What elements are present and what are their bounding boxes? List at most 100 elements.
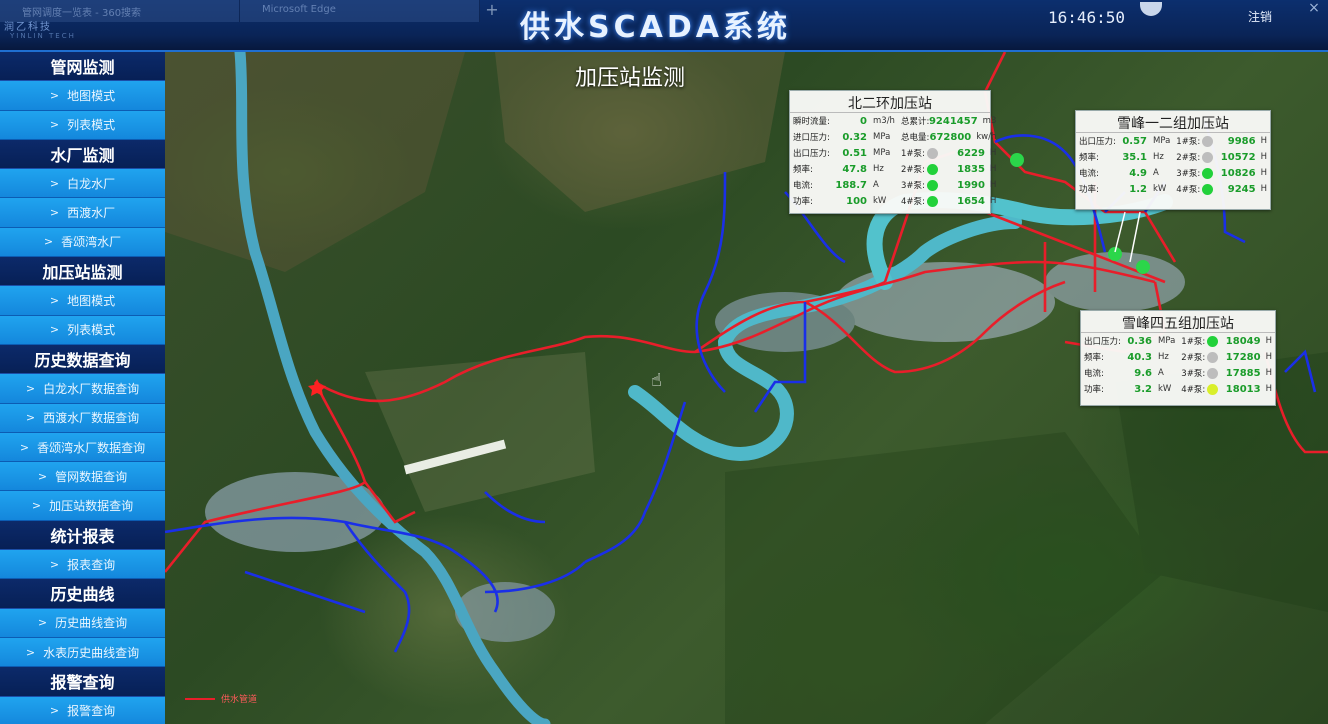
sidebar-item[interactable]: > 列表模式 (0, 110, 165, 140)
browser-tab[interactable]: Microsoft Edge (240, 0, 480, 22)
sidebar-item[interactable]: > 管网数据查询 (0, 462, 165, 492)
station-name: 北二环加压站 (790, 91, 990, 113)
metric-value: 47.8 (842, 163, 867, 175)
metric-value: 0.36 (1127, 335, 1152, 347)
new-tab-button[interactable]: + (480, 0, 504, 22)
sidebar-item[interactable]: > 白龙水厂数据查询 (0, 374, 165, 404)
metric-unit: kW (1153, 184, 1167, 194)
station-left-column: 瞬时流量: 0 m3/h 进口压力: 0.32 MPa 出口压力: 0.51 MPa 频率:… (790, 113, 898, 209)
metric-value: 4.9 (1129, 167, 1147, 179)
map-legend: 供水管道 (185, 692, 257, 705)
pump-hours: 9245 (1227, 183, 1256, 195)
pump-status-icon (1202, 151, 1214, 163)
pump-label: 4#泵: (1181, 385, 1206, 395)
pump-unit: H (989, 180, 997, 190)
sidebar-section-header[interactable]: 统计报表 (0, 520, 165, 551)
chevron-right-icon: > (49, 118, 60, 132)
sidebar-item[interactable]: > 香颂湾水厂 (0, 227, 165, 258)
pump-label: 1#泵: (900, 149, 925, 159)
pump-status-icon (1207, 367, 1219, 379)
sidebar-item[interactable]: > 地图模式 (0, 81, 165, 111)
sidebar-item[interactable]: > 列表模式 (0, 315, 165, 345)
pump-unit: H (1265, 336, 1272, 346)
star-marker-icon[interactable] (308, 379, 326, 396)
sidebar-item[interactable]: > 历史曲线查询 (0, 608, 165, 638)
station-panel-xuefeng-1-2[interactable]: 雪峰一二组加压站 出口压力: 0.57 MPa 频率: 35.1 Hz 电流: 4.9 A … (1075, 110, 1271, 210)
sidebar-section-header[interactable]: 历史曲线 (0, 579, 165, 609)
station-marker[interactable] (1010, 153, 1024, 167)
metric-label: 进口压力: (793, 133, 830, 143)
station-panel-beierhuan[interactable]: 北二环加压站 瞬时流量: 0 m3/h 进口压力: 0.32 MPa 出口压力: 0.51… (789, 90, 996, 214)
metric-unit: MPa (1153, 136, 1171, 146)
sidebar-section-header[interactable]: 报警查询 (0, 667, 165, 697)
pump-label: 2#泵: (1181, 353, 1206, 363)
scada-app: 管网调度一览表 - 360搜索 Microsoft Edge + 润乙科技 YI… (0, 0, 1328, 724)
pump-status-icon (1207, 383, 1219, 395)
pump-status-icon (1202, 135, 1214, 147)
metric-label: 总电量: (900, 133, 930, 143)
metric-unit: m3 (982, 116, 997, 126)
metric-value: 40.3 (1127, 351, 1152, 363)
pump-status-icon (1207, 335, 1219, 347)
metric-label: 电流: (793, 181, 813, 191)
sidebar-item[interactable]: > 白龙水厂 (0, 169, 165, 199)
pump-hours: 18013 (1225, 383, 1261, 395)
sidebar-item-label: 香颂湾水厂数据查询 (37, 440, 146, 455)
sidebar-item-label: 历史曲线查询 (55, 616, 128, 631)
metric-label: 出口压力: (1084, 337, 1121, 347)
metric-unit: kw/h (976, 132, 997, 142)
sidebar-item[interactable]: > 报警查询 (0, 696, 165, 724)
metric-value: 3.2 (1134, 383, 1152, 395)
pump-status-icon (926, 179, 938, 191)
sidebar-section-header[interactable]: 历史数据查询 (0, 344, 165, 375)
metric-unit: MPa (873, 148, 891, 158)
pump-label: 1#泵: (1176, 137, 1201, 147)
logout-button[interactable]: 注销 (1248, 8, 1272, 25)
sidebar-item[interactable]: > 报表查询 (0, 550, 165, 580)
sidebar-item[interactable]: > 西渡水厂 (0, 198, 165, 228)
browser-tab-strip: 管网调度一览表 - 360搜索 Microsoft Edge + (0, 0, 504, 22)
sidebar-item-label: 西渡水厂数据查询 (43, 411, 140, 426)
sidebar-item-label: 水表历史曲线查询 (43, 645, 140, 660)
system-title: 供水SCADA系统 (520, 10, 791, 45)
metric-value: 672800 (929, 131, 972, 143)
chevron-right-icon: > (31, 499, 42, 513)
chevron-right-icon: > (49, 557, 60, 571)
sidebar-item-label: 地图模式 (67, 294, 116, 309)
pump-status-icon (1207, 351, 1219, 363)
sidebar-section-header[interactable]: 管网监测 (0, 52, 165, 82)
metric-unit: Hz (1158, 352, 1169, 362)
station-panel-xuefeng-4-5[interactable]: 雪峰四五组加压站 出口压力: 0.36 MPa 频率: 40.3 Hz 电流: 9.6 A … (1080, 310, 1276, 406)
pump-unit: H (1260, 184, 1267, 194)
station-left-column: 出口压力: 0.36 MPa 频率: 40.3 Hz 电流: 9.6 A 功率: 3.2 kW (1081, 333, 1178, 397)
pump-status-icon (1202, 167, 1214, 179)
pump-label: 3#泵: (1176, 169, 1201, 179)
pump-label: 2#泵: (900, 165, 925, 175)
sidebar-item[interactable]: > 加压站数据查询 (0, 491, 165, 521)
metric-value: 100 (846, 195, 867, 207)
sidebar-item[interactable]: > 西渡水厂数据查询 (0, 403, 165, 433)
sidebar-item-label: 列表模式 (67, 323, 116, 338)
metric-unit: MPa (1158, 336, 1176, 346)
sidebar-section-header[interactable]: 加压站监测 (0, 257, 165, 287)
sidebar-section-header[interactable]: 水厂监测 (0, 139, 165, 170)
pump-label: 2#泵: (1176, 153, 1201, 163)
user-icon[interactable] (1140, 2, 1162, 16)
sidebar-item-label: 西渡水厂 (67, 206, 116, 221)
metric-unit: kW (1158, 384, 1172, 394)
metric-label: 频率: (793, 165, 813, 175)
sidebar-item[interactable]: > 香颂湾水厂数据查询 (0, 432, 165, 463)
top-header: 管网调度一览表 - 360搜索 Microsoft Edge + 润乙科技 YI… (0, 0, 1328, 52)
station-right-column: 总累计: 9241457 m3 总电量: 672800 kw/h 1#泵: 6229 H 2… (898, 113, 999, 209)
metric-label: 出口压力: (793, 149, 830, 159)
sidebar-item-label: 报表查询 (67, 557, 116, 572)
chevron-right-icon: > (19, 440, 30, 454)
chevron-right-icon: > (25, 645, 36, 659)
metric-unit: A (873, 180, 879, 190)
sidebar-item[interactable]: > 地图模式 (0, 286, 165, 316)
map-view[interactable]: 加压站监测 北二环加压站 瞬时流量: 0 m3/h 进口压力: 0.32 MPa 出口压… (165, 52, 1328, 724)
sidebar-item-label: 香颂湾水厂 (61, 235, 122, 250)
close-icon[interactable]: × (1300, 0, 1328, 22)
sidebar-item[interactable]: > 水表历史曲线查询 (0, 637, 165, 668)
station-marker[interactable] (1136, 260, 1150, 274)
